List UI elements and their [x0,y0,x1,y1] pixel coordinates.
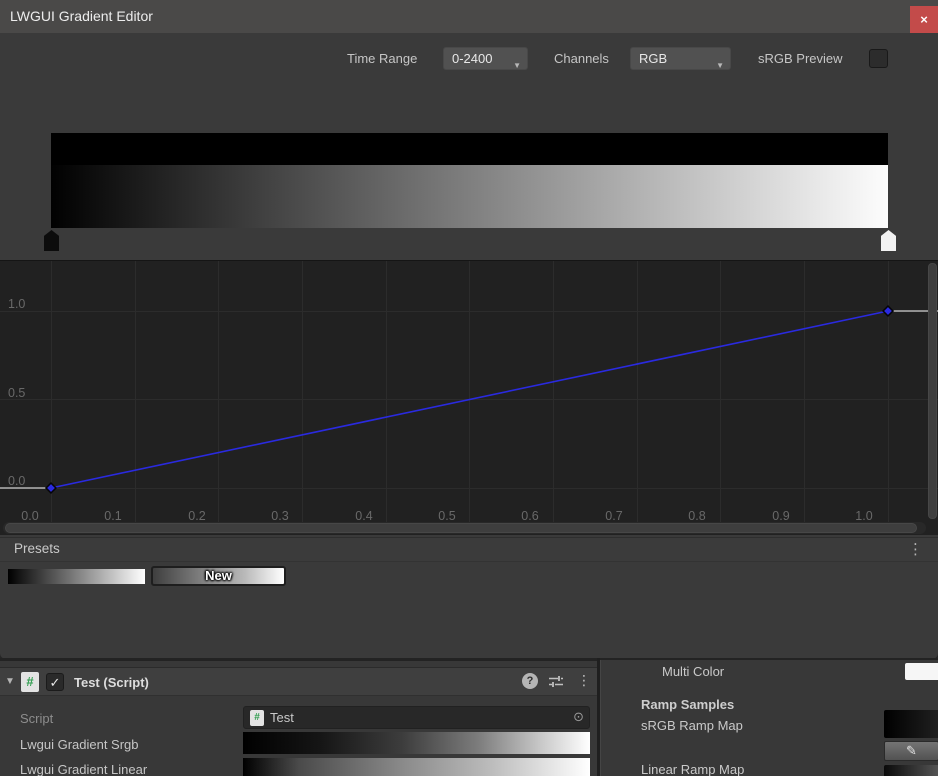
editor-background: ▼ # ✓ Test (Script) ? ⋮ Script # [0,658,938,776]
srgb-gradient-label: Lwgui Gradient Srgb [20,737,139,752]
csharp-script-icon: # [21,672,39,692]
chevron-down-icon: ▼ [716,55,724,76]
gradient-editor-window: LWGUI Gradient Editor × Time Range 0-240… [0,0,938,659]
linear-gradient-label: Lwgui Gradient Linear [20,762,147,776]
channels-dropdown[interactable]: RGB ▼ [630,47,731,70]
linear-ramp-map-label: Linear Ramp Map [641,762,744,776]
srgb-ramp-texture-thumbnail[interactable] [884,710,938,738]
edit-ramp-button[interactable]: ✎ [884,741,938,761]
pencil-icon: ✎ [906,743,917,758]
curve-plot [0,261,938,536]
script-object-field[interactable]: # Test ⊙ [243,706,590,729]
horizontal-scrollbar-thumb[interactable] [5,523,917,533]
linear-ramp-texture-thumbnail[interactable] [884,765,938,776]
presets-slider-icon[interactable] [548,674,564,694]
time-range-value: 0-2400 [452,51,492,66]
time-range-dropdown[interactable]: 0-2400 ▼ [443,47,528,70]
screen: LWGUI Gradient Editor × Time Range 0-240… [0,0,938,776]
srgb-preview-label: sRGB Preview [758,51,843,66]
presets-header: Presets ⋮ [0,537,938,562]
channels-value: RGB [639,51,667,66]
component-title: Test (Script) [74,675,149,690]
kebab-menu-icon[interactable]: ⋮ [577,672,591,689]
srgb-ramp-map-label: sRGB Ramp Map [641,718,743,733]
multi-color-label: Multi Color [662,664,724,679]
gradient-key-left[interactable] [44,230,59,251]
gradient-preview-strip[interactable] [51,165,888,228]
material-panel: Multi Color Ramp Samples sRGB Ramp Map ✎… [600,660,938,776]
ramp-samples-header: Ramp Samples [641,697,734,712]
horizontal-scrollbar[interactable] [3,522,926,534]
help-icon[interactable]: ? [522,673,538,689]
script-object-value: Test [270,710,294,725]
srgb-preview-checkbox[interactable] [869,49,888,68]
gradient-key-right[interactable] [881,230,896,251]
time-range-label: Time Range [347,51,417,66]
presets-title: Presets [14,541,60,556]
chevron-down-icon: ▼ [513,55,521,76]
curve-key-start [46,483,56,493]
curve-key-end [883,306,893,316]
window-title: LWGUI Gradient Editor [10,0,153,33]
component-enabled-checkbox[interactable]: ✓ [46,673,64,691]
titlebar[interactable]: LWGUI Gradient Editor × [0,0,938,33]
kebab-menu-icon[interactable]: ⋮ [908,540,923,558]
curve-editor[interactable]: 1.0 0.5 0.0 0.0 0.1 0.2 0.3 0.4 0.5 0.6 … [0,260,938,535]
vertical-scrollbar[interactable] [928,263,937,519]
foldout-icon[interactable]: ▼ [5,676,15,687]
script-row-label: Script [20,711,53,726]
linear-gradient-field[interactable] [243,758,590,776]
object-picker-icon[interactable]: ⊙ [573,709,584,725]
preset-gradient-swatch[interactable] [8,569,145,584]
close-button[interactable]: × [910,6,938,33]
csharp-script-icon: # [250,710,264,726]
srgb-gradient-field[interactable] [243,732,590,754]
new-preset-button[interactable]: New [151,566,286,586]
channels-label: Channels [554,51,609,66]
inspector-panel: ▼ # ✓ Test (Script) ? ⋮ Script # [0,661,597,776]
component-header[interactable]: ▼ # ✓ Test (Script) ? ⋮ [0,667,597,696]
gradient-alpha-strip[interactable] [51,133,888,165]
multi-color-swatch[interactable] [905,663,938,680]
